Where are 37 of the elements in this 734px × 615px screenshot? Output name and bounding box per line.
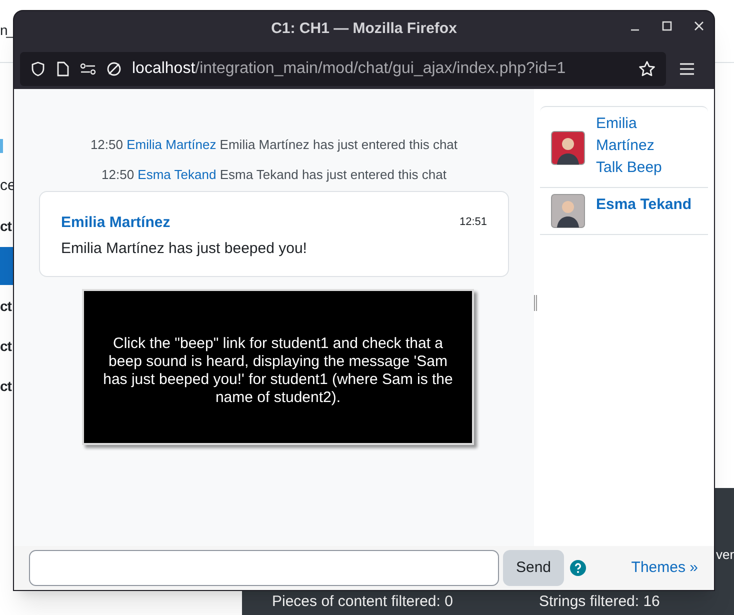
resize-handle[interactable] — [534, 295, 537, 311]
permissions-icon[interactable] — [80, 62, 96, 74]
window-title: C1: CH1 — Mozilla Firefox — [271, 19, 457, 40]
themes-link[interactable]: Themes » — [631, 556, 698, 580]
user-name[interactable]: Esma Tekand — [596, 194, 692, 216]
message-time: 12:51 — [459, 215, 487, 230]
menu-icon[interactable] — [679, 62, 695, 76]
close-icon[interactable] — [694, 21, 704, 31]
page-icon[interactable] — [56, 60, 70, 76]
send-button[interactable]: Send — [503, 550, 564, 586]
nav-heading[interactable]: ct — [0, 216, 12, 236]
nav-marker — [0, 139, 3, 153]
user-link[interactable]: Emilia Martínez — [126, 137, 216, 152]
user-name[interactable]: Emilia — [596, 113, 662, 135]
footer-text: ver — [716, 546, 734, 564]
shield-icon[interactable] — [30, 60, 46, 76]
user-name[interactable]: Martínez — [596, 135, 662, 157]
footer-text: Strings filtered: 16 — [539, 592, 660, 612]
address-bar[interactable]: localhost/integration_main/mod/chat/gui_ajax/index.php?id=1 — [20, 52, 666, 86]
system-message: 12:50 Emilia Martínez Emilia Martínez has just entered this chat — [90, 136, 458, 154]
user-link[interactable]: Esma Tekand — [138, 167, 216, 182]
talk-beep-link[interactable]: Talk Beep — [596, 157, 662, 179]
nav-item-active[interactable] — [0, 247, 14, 285]
maximize-icon[interactable] — [662, 21, 672, 31]
system-message: 12:50 Esma Tekand Esma Tekand has just entered this chat — [102, 166, 446, 184]
footer-text: Pieces of content filtered: 0 — [272, 592, 453, 612]
message-text: Emilia Martínez has just beeped you! — [61, 238, 308, 258]
nav-heading[interactable]: ct — [0, 376, 12, 396]
star-icon[interactable] — [638, 60, 656, 78]
help-icon[interactable] — [570, 560, 586, 576]
message-input[interactable] — [29, 550, 499, 586]
nav-heading[interactable]: ct — [0, 296, 12, 316]
instruction-text: Click the "beep" link for student1 and check that a beep sound is heard, displaying the message 'Sam has just beeped you!' for student1 (where Sam is the name of student2). — [102, 334, 454, 407]
page-title: n_ — [0, 21, 13, 40]
message-author[interactable]: Emilia Martínez — [61, 212, 170, 234]
nav-heading[interactable]: ct — [0, 336, 12, 356]
tracking-blocked-icon[interactable] — [106, 60, 122, 76]
